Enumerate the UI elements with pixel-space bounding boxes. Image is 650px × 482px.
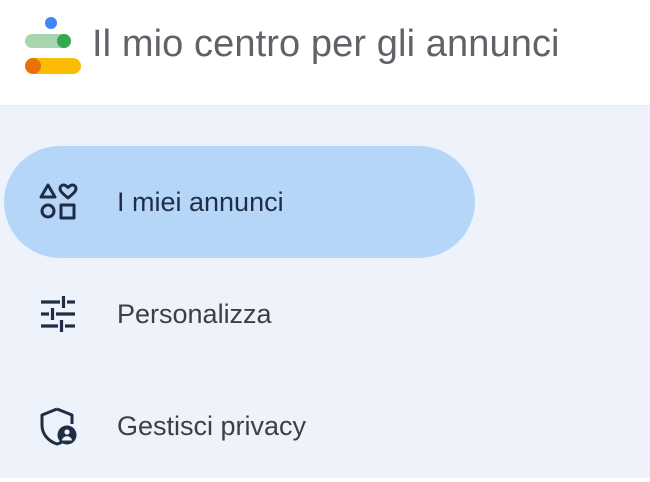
sidebar-item-label: Personalizza (117, 299, 272, 329)
page-title: Il mio centro per gli annunci (92, 23, 560, 65)
shapes-icon (39, 183, 78, 220)
ads-center-logo-icon[interactable] (20, 14, 84, 80)
sidebar-item-manage-privacy[interactable]: Gestisci privacy (4, 370, 475, 482)
sidebar-item-customize[interactable]: Personalizza (4, 258, 475, 370)
sidebar-item-label: Gestisci privacy (117, 411, 307, 441)
tune-sliders-icon (41, 296, 75, 332)
sidebar-item-label: I miei annunci (117, 187, 284, 217)
shield-person-icon (40, 407, 77, 446)
app-header: Il mio centro per gli annunci (0, 0, 650, 106)
sidebar-item-my-ads[interactable]: I miei annunci (4, 146, 475, 258)
sidebar-nav: I miei annunci Personalizza Gestisci pri… (0, 106, 650, 478)
